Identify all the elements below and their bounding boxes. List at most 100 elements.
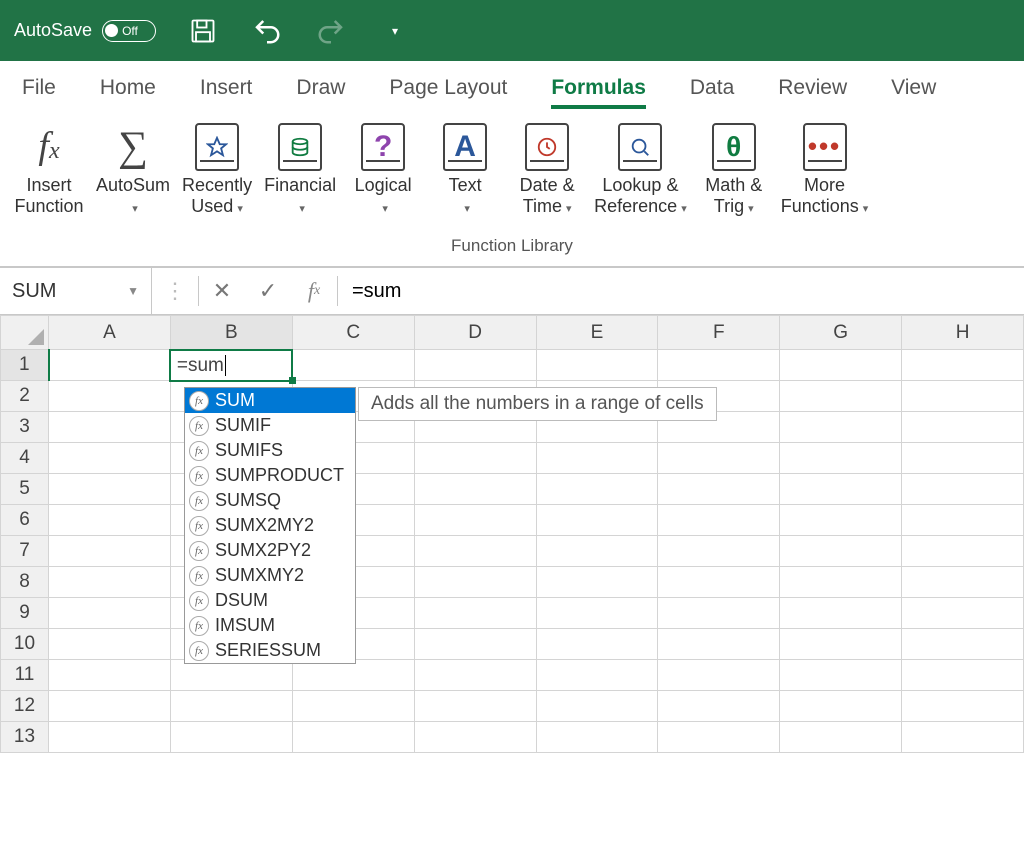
name-box[interactable]: SUM ▼ [0, 268, 152, 314]
autocomplete-item-sumx2py2[interactable]: fxSUMX2PY2 [185, 538, 355, 563]
ribbon-autosum-button[interactable]: ∑AutoSum▾ [92, 117, 174, 218]
cell-E7[interactable] [536, 536, 658, 567]
ribbon-more-button[interactable]: •••MoreFunctions▾ [777, 117, 873, 218]
cell-F12[interactable] [658, 691, 780, 722]
cell-F10[interactable] [658, 629, 780, 660]
cell-H1[interactable] [902, 350, 1024, 381]
cell-A11[interactable] [49, 660, 171, 691]
cell-A2[interactable] [49, 381, 171, 412]
cell-E10[interactable] [536, 629, 658, 660]
cell-B1[interactable]: =sum [170, 350, 292, 381]
cell-F11[interactable] [658, 660, 780, 691]
cell-C1[interactable] [292, 350, 414, 381]
cell-G12[interactable] [780, 691, 902, 722]
cell-G5[interactable] [780, 474, 902, 505]
cell-E13[interactable] [536, 722, 658, 753]
cell-H4[interactable] [902, 443, 1024, 474]
tab-insert[interactable]: Insert [200, 76, 253, 108]
row-header-8[interactable]: 8 [1, 567, 49, 598]
cell-H6[interactable] [902, 505, 1024, 536]
row-header-11[interactable]: 11 [1, 660, 49, 691]
cell-C11[interactable] [292, 660, 414, 691]
cell-F4[interactable] [658, 443, 780, 474]
accept-formula-icon[interactable]: ✓ [245, 268, 291, 314]
autosave-toggle[interactable]: Off [102, 20, 156, 42]
cell-A10[interactable] [49, 629, 171, 660]
cell-A13[interactable] [49, 722, 171, 753]
ribbon-text-button[interactable]: AText▾ [426, 117, 504, 218]
tab-file[interactable]: File [22, 76, 56, 108]
column-header-D[interactable]: D [414, 316, 536, 350]
tab-review[interactable]: Review [778, 76, 847, 108]
column-header-C[interactable]: C [292, 316, 414, 350]
cell-E9[interactable] [536, 598, 658, 629]
cell-F8[interactable] [658, 567, 780, 598]
cell-H3[interactable] [902, 412, 1024, 443]
row-header-13[interactable]: 13 [1, 722, 49, 753]
cell-D4[interactable] [414, 443, 536, 474]
cell-B13[interactable] [170, 722, 292, 753]
cell-E6[interactable] [536, 505, 658, 536]
cell-G3[interactable] [780, 412, 902, 443]
formula-input[interactable] [338, 268, 1024, 314]
cell-B12[interactable] [170, 691, 292, 722]
autocomplete-item-dsum[interactable]: fxDSUM [185, 588, 355, 613]
cell-A3[interactable] [49, 412, 171, 443]
autocomplete-item-sumproduct[interactable]: fxSUMPRODUCT [185, 463, 355, 488]
ribbon-math--button[interactable]: θMath &Trig▾ [695, 117, 773, 218]
ribbon-date--button[interactable]: Date &Time▾ [508, 117, 586, 218]
autocomplete-item-sumifs[interactable]: fxSUMIFS [185, 438, 355, 463]
cell-C13[interactable] [292, 722, 414, 753]
autosave-control[interactable]: AutoSave Off [14, 20, 156, 42]
cell-F6[interactable] [658, 505, 780, 536]
cell-G11[interactable] [780, 660, 902, 691]
cell-D6[interactable] [414, 505, 536, 536]
column-header-E[interactable]: E [536, 316, 658, 350]
cell-A1[interactable] [49, 350, 171, 381]
ribbon-lookup--button[interactable]: Lookup &Reference▾ [590, 117, 691, 218]
row-header-7[interactable]: 7 [1, 536, 49, 567]
cell-F1[interactable] [658, 350, 780, 381]
cancel-formula-icon[interactable]: ✕ [199, 268, 245, 314]
cell-D7[interactable] [414, 536, 536, 567]
cell-G2[interactable] [780, 381, 902, 412]
column-header-G[interactable]: G [780, 316, 902, 350]
cell-H10[interactable] [902, 629, 1024, 660]
cell-D1[interactable] [414, 350, 536, 381]
cell-G6[interactable] [780, 505, 902, 536]
ribbon-financial-button[interactable]: Financial▾ [260, 117, 340, 218]
customize-qat-icon[interactable]: ▾ [378, 14, 412, 48]
cell-G8[interactable] [780, 567, 902, 598]
row-header-6[interactable]: 6 [1, 505, 49, 536]
tab-page-layout[interactable]: Page Layout [389, 76, 507, 108]
cell-E12[interactable] [536, 691, 658, 722]
cell-D5[interactable] [414, 474, 536, 505]
cell-H8[interactable] [902, 567, 1024, 598]
column-header-F[interactable]: F [658, 316, 780, 350]
cell-G4[interactable] [780, 443, 902, 474]
row-header-2[interactable]: 2 [1, 381, 49, 412]
column-header-B[interactable]: B [170, 316, 292, 350]
cell-H11[interactable] [902, 660, 1024, 691]
column-header-H[interactable]: H [902, 316, 1024, 350]
ribbon-logical-button[interactable]: ?Logical▾ [344, 117, 422, 218]
fx-icon[interactable]: fx [291, 268, 337, 314]
cell-A9[interactable] [49, 598, 171, 629]
autocomplete-item-sumxmy2[interactable]: fxSUMXMY2 [185, 563, 355, 588]
row-header-4[interactable]: 4 [1, 443, 49, 474]
cell-H7[interactable] [902, 536, 1024, 567]
tab-home[interactable]: Home [100, 76, 156, 108]
cell-E1[interactable] [536, 350, 658, 381]
cell-H2[interactable] [902, 381, 1024, 412]
cell-F13[interactable] [658, 722, 780, 753]
select-all-corner[interactable] [1, 316, 49, 350]
cell-D8[interactable] [414, 567, 536, 598]
tab-formulas[interactable]: Formulas [551, 76, 646, 108]
tab-draw[interactable]: Draw [296, 76, 345, 108]
undo-icon[interactable] [250, 14, 284, 48]
row-header-5[interactable]: 5 [1, 474, 49, 505]
cell-F5[interactable] [658, 474, 780, 505]
save-icon[interactable] [186, 14, 220, 48]
ribbon-insert-button[interactable]: fxInsertFunction [10, 117, 88, 218]
cell-A6[interactable] [49, 505, 171, 536]
